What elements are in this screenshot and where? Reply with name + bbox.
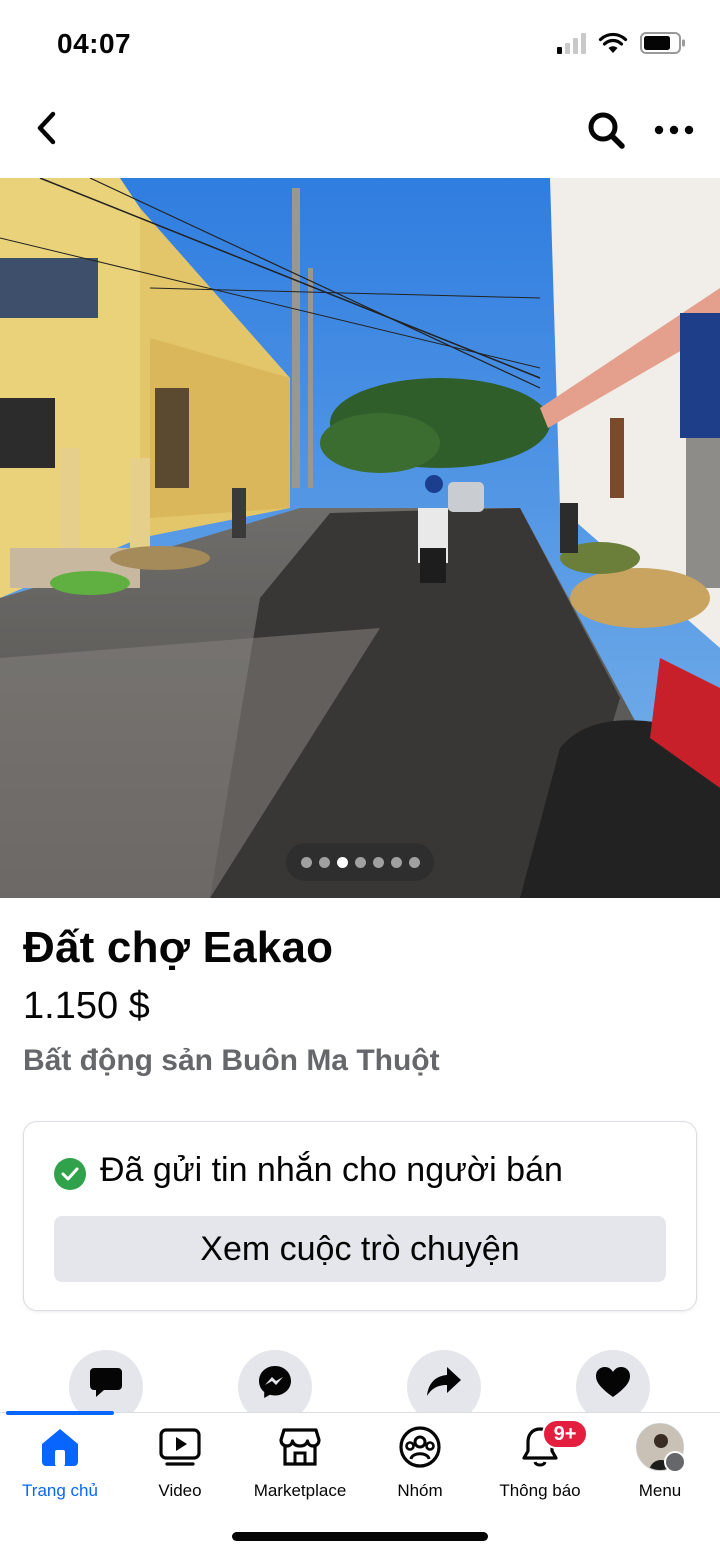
tab-label-menu: Menu: [638, 1481, 682, 1500]
menu-avatar-wrapper: [636, 1423, 686, 1473]
check-circle-icon: [54, 1158, 86, 1190]
listing-category-location[interactable]: Bất động sản Buôn Ma Thuột: [23, 1044, 440, 1078]
photo-pager: [286, 843, 434, 881]
pager-dot: [408, 856, 420, 868]
message-sent-card: Đã gửi tin nhắn cho người bán Xem cuộc t…: [23, 1121, 697, 1311]
menu-hamburger-icon: [664, 1451, 686, 1473]
tab-label-notifications: Thông báo: [499, 1481, 581, 1500]
tab-marketplace[interactable]: Marketplace: [240, 1423, 360, 1509]
share-icon: [427, 1367, 461, 1396]
status-bar: 04:07: [0, 0, 720, 90]
chevron-left-icon: [37, 111, 56, 145]
status-time: 04:07: [57, 28, 132, 59]
pager-dot: [300, 856, 312, 868]
back-button[interactable]: [26, 108, 66, 148]
home-indicator: [232, 1532, 488, 1541]
pager-dot: [318, 856, 330, 868]
tab-label-home: Trang chủ: [22, 1481, 98, 1500]
marketplace-icon: [276, 1423, 324, 1471]
tab-label-groups: Nhóm: [397, 1481, 443, 1500]
tab-home[interactable]: Trang chủ: [0, 1423, 120, 1509]
active-tab-indicator: [6, 1411, 114, 1415]
message-sent-row: Đã gửi tin nhắn cho người bán: [54, 1150, 563, 1190]
view-conversation-button[interactable]: Xem cuộc trò chuyện: [54, 1216, 666, 1282]
market-street-image: [0, 178, 720, 898]
heart-icon: [596, 1367, 630, 1397]
home-icon: [36, 1423, 84, 1471]
wifi-icon: [598, 32, 628, 53]
pager-dot: [372, 856, 384, 868]
message-icon: [90, 1368, 122, 1397]
tab-notifications[interactable]: 9+ Thông báo: [480, 1419, 600, 1509]
status-icons: [557, 32, 686, 54]
bell-icon: 9+: [516, 1419, 588, 1471]
top-nav: [0, 90, 720, 178]
cellular-signal-icon: [557, 32, 586, 54]
battery-icon: [640, 32, 685, 54]
tab-label-video: Video: [158, 1481, 202, 1500]
listing-actions: [0, 1350, 720, 1424]
listing-price: 1.150 $: [23, 985, 150, 1027]
listing-photo[interactable]: [0, 178, 720, 898]
tab-menu[interactable]: Menu: [600, 1423, 720, 1509]
tab-video[interactable]: Video: [120, 1423, 240, 1509]
tab-groups[interactable]: Nhóm: [360, 1423, 480, 1509]
notification-badge: 9+: [542, 1419, 588, 1449]
more-options-button[interactable]: [652, 108, 696, 152]
messenger-icon: [259, 1366, 291, 1398]
pager-dot: [354, 856, 366, 868]
more-dots-icon: [654, 125, 694, 135]
listing-title: Đất chợ Eakao: [23, 923, 334, 972]
pager-dot: [390, 856, 402, 868]
message-sent-text: Đã gửi tin nhắn cho người bán: [100, 1150, 563, 1189]
groups-icon: [396, 1423, 444, 1471]
tab-label-marketplace: Marketplace: [253, 1481, 347, 1500]
search-icon: [588, 112, 625, 149]
video-icon: [156, 1423, 204, 1471]
pager-dot: [336, 856, 348, 868]
search-button[interactable]: [584, 108, 628, 152]
